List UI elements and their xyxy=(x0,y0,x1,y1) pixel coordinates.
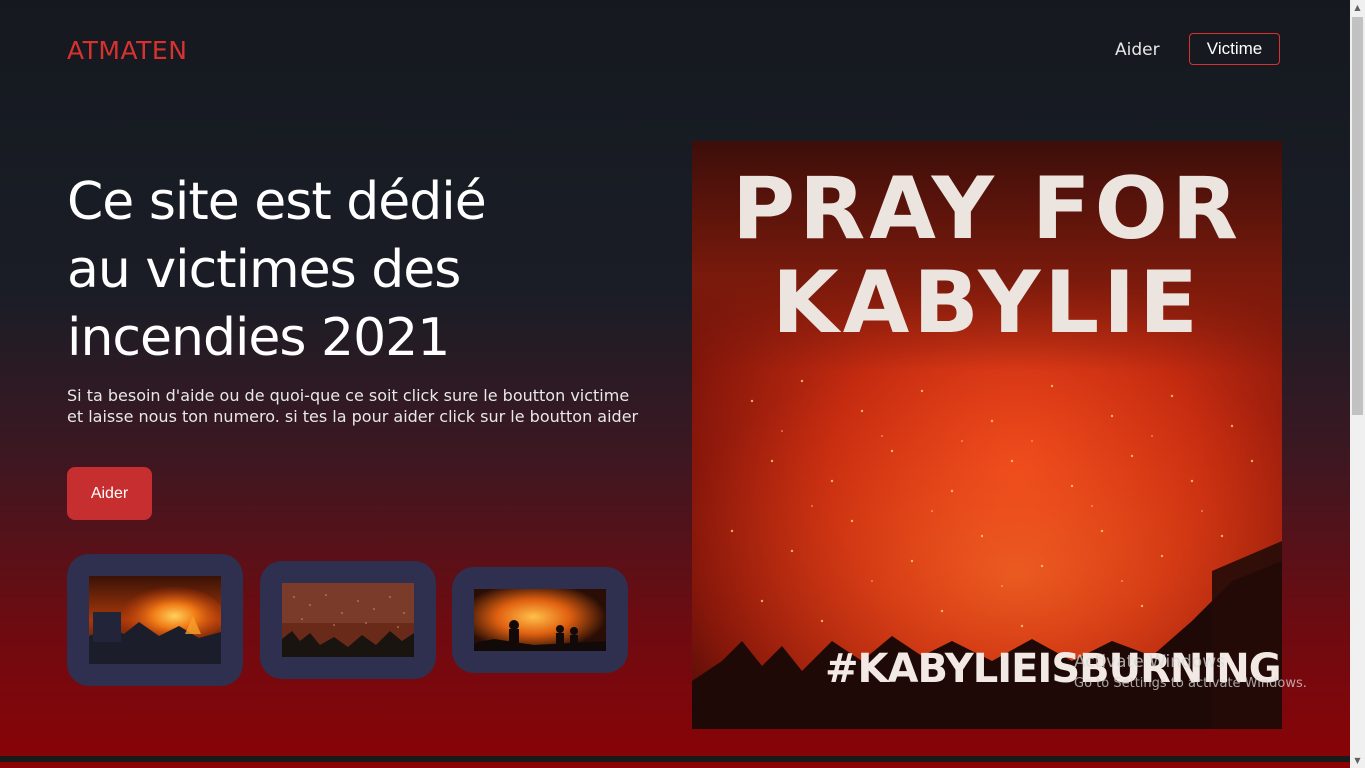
nav-victime-button[interactable]: Victime xyxy=(1189,33,1280,65)
embers-trees-photo xyxy=(282,583,414,657)
page: ATMATEN Aider Victime Ce site est dédié … xyxy=(0,0,1350,762)
hero-description-line: Si ta besoin d'aide ou de quoi-que ce so… xyxy=(67,386,630,405)
bottom-bar xyxy=(0,756,1350,762)
wildfire-hillside-photo xyxy=(89,576,221,664)
hero-title: Ce site est dédié au victimes des incend… xyxy=(67,168,487,372)
image-headline-line2: KABYLIE xyxy=(772,253,1202,353)
nav-aider-link[interactable]: Aider xyxy=(1115,40,1160,60)
hero-title-line: incendies 2021 xyxy=(67,308,450,368)
windows-activation-watermark: Activate Windows Go to Settings to activ… xyxy=(1074,652,1307,691)
hero-title-line: Ce site est dédié xyxy=(67,172,487,232)
silhouettes-fire-photo xyxy=(474,589,606,651)
thumbnail-card-3[interactable] xyxy=(452,567,628,673)
scrollbar-thumb[interactable] xyxy=(1352,17,1363,415)
hero-title-line: au victimes des xyxy=(67,240,461,300)
vertical-scrollbar[interactable]: ▲ ▼ xyxy=(1350,0,1365,768)
thumbnail-card-1[interactable] xyxy=(67,554,243,686)
aider-button[interactable]: Aider xyxy=(67,467,152,520)
scroll-down-arrow-icon[interactable]: ▼ xyxy=(1350,753,1365,768)
hero-description: Si ta besoin d'aide ou de quoi-que ce so… xyxy=(67,385,687,427)
hero-description-line: et laisse nous ton numero. si tes la pou… xyxy=(67,407,639,426)
thumbnail-card-2[interactable] xyxy=(260,561,436,679)
site-logo[interactable]: ATMATEN xyxy=(67,36,187,65)
pray-for-kabylie-image: PRAY FOR KABYLIE #KABYLIEISBURNING xyxy=(692,141,1282,729)
watermark-subtitle: Go to Settings to activate Windows. xyxy=(1074,676,1307,691)
watermark-title: Activate Windows xyxy=(1074,652,1225,672)
image-headline-line1: PRAY FOR xyxy=(732,159,1242,259)
scroll-up-arrow-icon[interactable]: ▲ xyxy=(1350,0,1365,15)
